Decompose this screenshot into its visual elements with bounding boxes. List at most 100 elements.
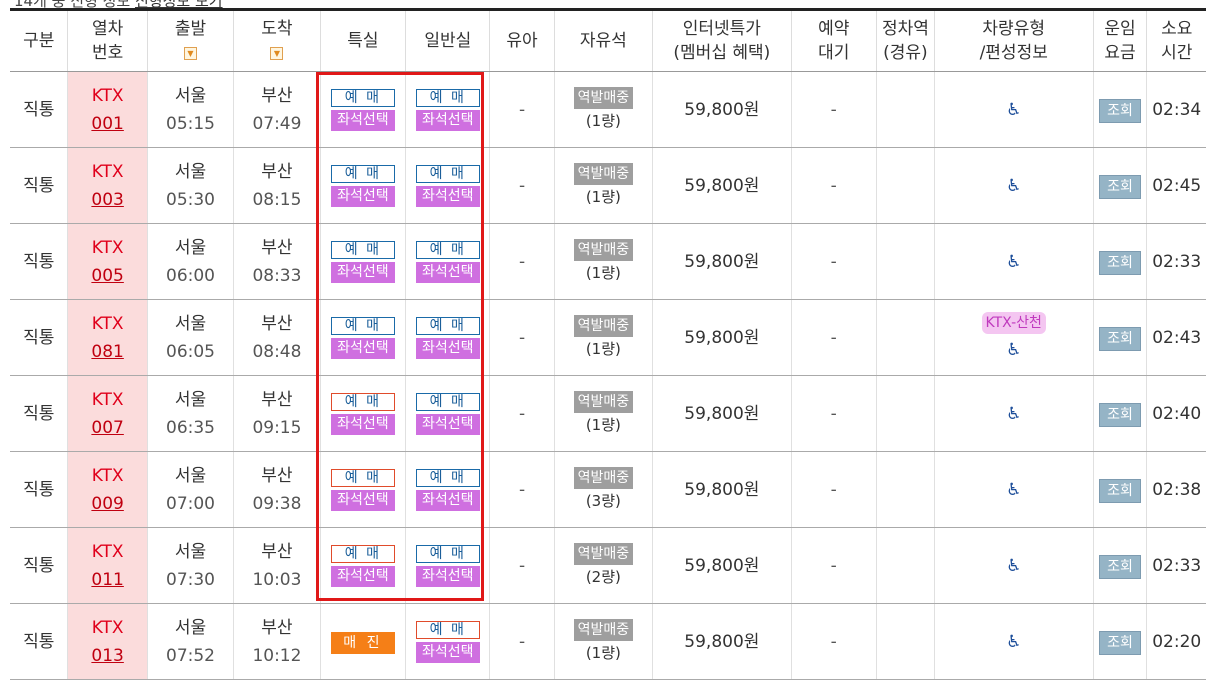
header-arrive[interactable]: 도착 ▼ <box>233 8 321 72</box>
train-number-cell: KTX 005 <box>67 223 148 300</box>
fare-query-button[interactable]: 조회 <box>1098 554 1141 579</box>
arrival-time: 07:49 <box>252 113 302 134</box>
departure-time: 06:00 <box>166 265 215 286</box>
duration: 02:45 <box>1146 147 1206 224</box>
table-row: 직통 KTX 007 서울 06:35 부산 09:15 예 매 좌석선택 예 매 좌석선… <box>10 375 1206 452</box>
standard-book-button[interactable]: 예 매 <box>415 468 480 487</box>
train-kind: KTX <box>91 313 124 334</box>
standard-seat-select-button[interactable]: 좌석선택 <box>415 641 480 663</box>
first-class-cell: 예 매좌석선택 <box>319 299 406 376</box>
first-class-seat-select-button[interactable]: 좌석선택 <box>330 489 395 511</box>
header-type: 구분 <box>10 8 68 72</box>
standard-seat-select-button[interactable]: 좌석선택 <box>415 109 480 131</box>
standard-seat-select-button[interactable]: 좌석선택 <box>415 413 480 435</box>
first-class-book-button[interactable]: 예 매 <box>330 316 395 335</box>
first-class-cell: 예 매좌석선택 <box>319 527 406 604</box>
train-number-link[interactable]: 081 <box>68 338 146 366</box>
standard-book-button[interactable]: 예 매 <box>415 240 480 259</box>
internet-price: 59,800원 <box>652 451 791 528</box>
arrival-time: 10:03 <box>252 569 302 590</box>
departure-time: 05:30 <box>166 189 215 210</box>
standard-book-button[interactable]: 예 매 <box>415 392 480 411</box>
fare-query-button[interactable]: 조회 <box>1098 630 1141 655</box>
departure-cell: 서울 06:05 <box>146 299 234 376</box>
wheelchair-icon: ♿ <box>1006 631 1022 652</box>
standard-seat-select-button[interactable]: 좌석선택 <box>415 337 480 359</box>
fare-query-button[interactable]: 조회 <box>1098 250 1141 275</box>
standard-seat-select-button[interactable]: 좌석선택 <box>415 489 480 511</box>
standard-seat-select-button[interactable]: 좌석선택 <box>415 565 480 587</box>
arrival-station: 부산 <box>261 465 293 486</box>
free-seat-count: (1량) <box>585 263 621 282</box>
first-class-seat-select-button[interactable]: 좌석선택 <box>330 413 395 435</box>
first-class-book-button[interactable]: 예 매 <box>330 468 395 487</box>
free-seat-cell: 역발매중 (1량) <box>553 223 653 300</box>
first-class-book-button[interactable]: 예 매 <box>330 88 395 107</box>
first-class-seat-select-button[interactable]: 좌석선택 <box>330 565 395 587</box>
car-type-cell: ♿ <box>933 147 1094 224</box>
train-number-link[interactable]: 005 <box>68 262 146 290</box>
car-type-badge: KTX-산천 <box>981 311 1046 334</box>
fare-query-button[interactable]: 조회 <box>1098 174 1141 199</box>
car-type-cell: KTX-산천 ♿ <box>933 299 1094 376</box>
standard-book-button[interactable]: 예 매 <box>415 88 480 107</box>
top-note-link[interactable]: 신형정보 보기 <box>135 0 223 8</box>
first-class-seat-select-button[interactable]: 좌석선택 <box>330 185 395 207</box>
free-seat-cell: 역발매중 (1량) <box>553 71 653 148</box>
standard-seat-select-button[interactable]: 좌석선택 <box>415 185 480 207</box>
first-class-seat-select-button[interactable]: 좌석선택 <box>330 109 395 131</box>
standard-book-button[interactable]: 예 매 <box>415 620 480 639</box>
first-class-book-button[interactable]: 예 매 <box>330 164 395 183</box>
header-depart[interactable]: 출발 ▼ <box>146 8 234 72</box>
infant-cell: - <box>489 299 555 376</box>
fare-query-button[interactable]: 조회 <box>1098 98 1141 123</box>
first-class-seat-select-button[interactable]: 좌석선택 <box>330 261 395 283</box>
train-number-link[interactable]: 001 <box>68 110 146 138</box>
sort-arrive-icon[interactable]: ▼ <box>270 46 284 60</box>
train-type: 직통 <box>10 603 68 680</box>
station-sale-badge: 역발매중 <box>573 618 634 641</box>
infant-cell: - <box>489 451 555 528</box>
fare-query-button[interactable]: 조회 <box>1098 402 1141 427</box>
train-type: 직통 <box>10 527 68 604</box>
standard-seat-select-button[interactable]: 좌석선택 <box>415 261 480 283</box>
standard-book-button[interactable]: 예 매 <box>415 316 480 335</box>
train-schedule-table: 구분 열차 번호 출발 ▼ 도착 ▼ 특실 일반실 유아 자유석 인터넷특가 (멤버십 … <box>10 8 1206 680</box>
train-number-link[interactable]: 011 <box>68 566 146 594</box>
departure-cell: 서울 06:35 <box>146 375 234 452</box>
fare-query-button[interactable]: 조회 <box>1098 326 1141 351</box>
first-class-seat-select-button[interactable]: 좌석선택 <box>330 337 395 359</box>
standard-cell: 예 매좌석선택 <box>405 375 490 452</box>
train-number-link[interactable]: 007 <box>68 414 146 442</box>
arrival-cell: 부산 10:12 <box>233 603 321 680</box>
train-type: 직통 <box>10 451 68 528</box>
reserve-wait-cell: - <box>790 147 877 224</box>
train-number-link[interactable]: 009 <box>68 490 146 518</box>
stops-cell <box>875 375 935 452</box>
station-sale-badge: 역발매중 <box>573 238 634 261</box>
wheelchair-icon: ♿ <box>1006 339 1022 360</box>
reserve-wait-cell: - <box>790 527 877 604</box>
arrival-time: 10:12 <box>252 645 302 666</box>
departure-time: 07:30 <box>166 569 215 590</box>
header-infant: 유아 <box>489 8 555 72</box>
standard-book-button[interactable]: 예 매 <box>415 164 480 183</box>
sort-depart-icon[interactable]: ▼ <box>184 46 197 60</box>
first-class-book-button[interactable]: 예 매 <box>330 240 395 259</box>
departure-cell: 서울 07:52 <box>146 603 234 680</box>
train-number-link[interactable]: 003 <box>68 186 146 214</box>
first-class-book-button[interactable]: 예 매 <box>330 544 395 563</box>
standard-book-button[interactable]: 예 매 <box>415 544 480 563</box>
infant-cell: - <box>489 375 555 452</box>
free-seat-count: (1량) <box>585 111 621 130</box>
departure-time: 07:52 <box>166 645 215 666</box>
reserve-wait-cell: - <box>790 299 877 376</box>
first-class-book-button[interactable]: 예 매 <box>330 392 395 411</box>
internet-price: 59,800원 <box>652 71 791 148</box>
train-number-link[interactable]: 013 <box>68 642 146 670</box>
fare-query-button[interactable]: 조회 <box>1098 478 1141 503</box>
station-sale-badge: 역발매중 <box>573 86 634 109</box>
duration: 02:40 <box>1146 375 1206 452</box>
train-kind: KTX <box>91 85 124 106</box>
arrival-cell: 부산 08:15 <box>233 147 321 224</box>
